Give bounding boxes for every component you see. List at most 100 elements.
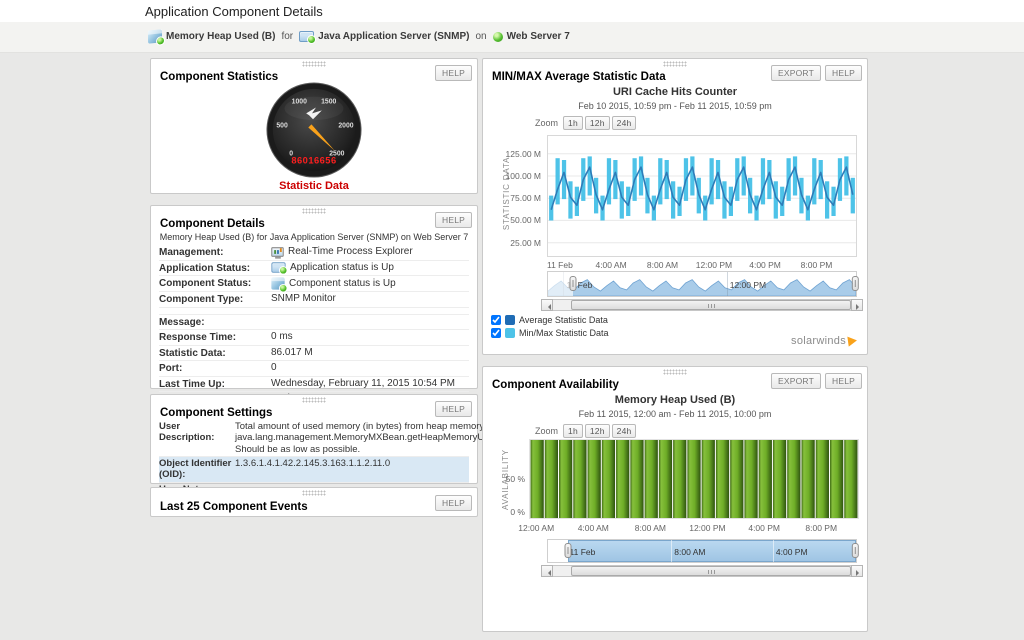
export-button[interactable]: EXPORT (771, 373, 821, 389)
y-axis-tick-label: 75.00 M (497, 193, 541, 203)
x-axis-tick-label: 12:00 AM (518, 523, 554, 533)
y-axis-tick-label: 50.00 M (497, 215, 541, 225)
zoom-24h-button[interactable]: 24h (612, 116, 637, 130)
panel-minmax-average-statistic-data: MIN/MAX Average Statistic Data EXPORT HE… (482, 58, 868, 355)
table-row: Application Status: Application status is… (159, 260, 469, 276)
x-axis-tick-label: 12:00 PM (696, 260, 732, 270)
legend-label: Average Statistic Data (519, 315, 608, 325)
row-label: Application Status: (159, 262, 271, 275)
table-row: Statistic Data:86.017 M (159, 345, 469, 361)
gauge-tick-label: 1000 (292, 99, 307, 106)
zoom-12h-button[interactable]: 12h (585, 116, 610, 130)
breadcrumb-server[interactable]: Web Server 7 (507, 31, 570, 42)
zoom-24h-button[interactable]: 24h (612, 424, 637, 438)
breadcrumb-component[interactable]: Memory Heap Used (B) (166, 31, 275, 42)
component-cube-icon (148, 29, 162, 43)
help-button[interactable]: HELP (435, 401, 472, 417)
zoom-label: Zoom (535, 118, 558, 128)
panel-last-25-component-events: Last 25 Component Events HELP (150, 487, 478, 517)
gauge-tick-label: 1500 (321, 99, 336, 106)
y-axis-tick-label: 125.00 M (497, 149, 541, 159)
application-icon (299, 31, 314, 42)
table-row: Last Time Up:Wednesday, February 11, 201… (159, 376, 469, 392)
row-label: Statistic Data: (159, 347, 271, 360)
row-value: 0 (271, 362, 469, 374)
solarwinds-logo: solarwinds (791, 335, 857, 347)
navigator-selection (568, 540, 856, 562)
table-row: User Description:Total amount of used me… (159, 420, 469, 456)
x-axis-tick-label: 4:00 AM (595, 260, 626, 270)
row-value-text: Wednesday, February 11, 2015 10:54 PM (271, 378, 455, 390)
y-axis-tick-label: 100.00 M (497, 171, 541, 181)
scroll-right-button[interactable] (851, 565, 863, 577)
x-axis-tick-label: 4:00 PM (749, 260, 781, 270)
chart-title: Memory Heap Used (B) (483, 394, 867, 406)
gauge-caption: Statistic Data (151, 180, 477, 192)
legend-item[interactable]: Min/Max Statistic Data (491, 326, 609, 339)
row-value-text: 0 ms (271, 331, 293, 343)
availability-chart-plot[interactable] (529, 439, 859, 519)
navigator-left-handle[interactable] (565, 543, 572, 558)
x-axis-tick-label: 8:00 PM (801, 260, 833, 270)
x-axis-tick-label: 8:00 AM (635, 523, 666, 533)
panel-title: Last 25 Component Events (160, 501, 308, 513)
export-button[interactable]: EXPORT (771, 65, 821, 81)
row-value-text: 86.017 M (271, 347, 313, 359)
help-button[interactable]: HELP (435, 65, 472, 81)
legend-swatch (505, 328, 515, 338)
legend-checkbox[interactable] (491, 328, 501, 338)
row-value: Component status is Up (271, 277, 469, 290)
zoom-1h-button[interactable]: 1h (563, 424, 583, 438)
zoom-12h-button[interactable]: 12h (585, 424, 610, 438)
scroll-right-button[interactable] (851, 299, 863, 311)
availability-navigator[interactable]: 11 Feb8:00 AM4:00 PM (547, 539, 857, 563)
breadcrumb: Memory Heap Used (B) for Java Applicatio… (148, 30, 570, 43)
navigator-label: 8:00 AM (674, 547, 705, 557)
scroll-left-button[interactable] (541, 565, 553, 577)
row-value-text: Application status is Up (290, 262, 394, 274)
legend-item[interactable]: Average Statistic Data (491, 313, 609, 326)
navigator-left-handle[interactable] (569, 276, 576, 291)
zoom-controls: Zoom 1h12h24h (535, 116, 636, 130)
x-axis-tick-label: 12:00 PM (689, 523, 725, 533)
panel-title: Component Settings (160, 407, 272, 419)
help-button[interactable]: HELP (435, 495, 472, 511)
row-value: Real-Time Process Explorer (271, 246, 469, 258)
table-row: Response Time:0 ms (159, 329, 469, 345)
row-value: SNMP Monitor (271, 293, 469, 305)
chart-legend: Average Statistic DataMin/Max Statistic … (491, 313, 609, 339)
row-spacer (159, 307, 469, 314)
scrollbar-thumb[interactable] (571, 300, 851, 310)
row-label: Object Identifier (OID): (159, 458, 235, 481)
component-up-icon (271, 277, 284, 289)
chart-title: URI Cache Hits Counter (483, 86, 867, 98)
panel-title: MIN/MAX Average Statistic Data (492, 71, 666, 83)
scrollbar-track[interactable] (553, 299, 851, 311)
scrollbar-thumb[interactable] (571, 566, 851, 576)
panel-component-statistics: Component Statistics HELP 05001000150020… (150, 58, 478, 194)
scroll-left-button[interactable] (541, 299, 553, 311)
minmax-scrollbar[interactable] (541, 299, 863, 311)
table-row: Object Identifier (OID):1.3.6.1.4.1.42.2… (159, 456, 469, 482)
availability-scrollbar[interactable] (541, 565, 863, 577)
gauge-tick-label: 500 (276, 122, 288, 129)
help-button[interactable]: HELP (435, 212, 472, 228)
panel-title: Component Statistics (160, 71, 278, 83)
minmax-chart-plot[interactable] (547, 135, 857, 257)
help-button[interactable]: HELP (825, 65, 862, 81)
process-explorer-icon (271, 247, 283, 257)
navigator-right-handle[interactable] (852, 543, 859, 558)
row-value: 86.017 M (271, 347, 469, 359)
zoom-1h-button[interactable]: 1h (563, 116, 583, 130)
row-value: Application status is Up (271, 262, 469, 274)
minmax-navigator[interactable]: 11 Feb12:00 PM (547, 271, 857, 297)
navigator-right-handle[interactable] (852, 276, 859, 291)
breadcrumb-application[interactable]: Java Application Server (SNMP) (318, 31, 469, 42)
application-up-icon (271, 262, 285, 272)
scrollbar-track[interactable] (553, 565, 851, 577)
row-label: Response Time: (159, 331, 271, 344)
zoom-label: Zoom (535, 426, 558, 436)
help-button[interactable]: HELP (825, 373, 862, 389)
legend-checkbox[interactable] (491, 315, 501, 325)
row-label: User Description: (159, 421, 235, 444)
